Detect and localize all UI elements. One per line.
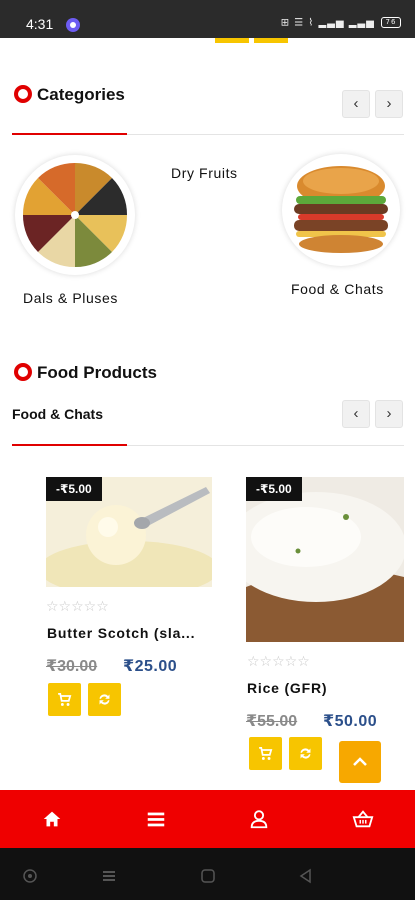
products-active-underline bbox=[12, 444, 127, 446]
account-icon bbox=[250, 810, 268, 829]
category-food-chats-image[interactable] bbox=[282, 154, 400, 266]
app-notification-icon bbox=[66, 18, 80, 32]
scroll-to-top-button[interactable] bbox=[339, 741, 381, 783]
status-time: 4:31 bbox=[26, 16, 54, 32]
chevron-up-icon bbox=[353, 757, 367, 766]
product-name[interactable]: Rice (GFR) bbox=[247, 680, 327, 696]
rating-stars: ☆☆☆☆☆ bbox=[46, 598, 109, 614]
scroll-indicator-left bbox=[215, 38, 249, 43]
basket-icon bbox=[352, 810, 374, 828]
category-dals-image[interactable] bbox=[15, 155, 135, 275]
product-name[interactable]: Butter Scotch (sla... bbox=[47, 625, 195, 641]
system-navigation-bar bbox=[0, 848, 415, 900]
product-price: ₹25.00 bbox=[123, 658, 178, 675]
nav-menu-button[interactable] bbox=[145, 808, 167, 830]
category-label-dry-fruits[interactable]: Dry Fruits bbox=[171, 165, 238, 181]
cart-icon bbox=[259, 746, 273, 760]
recents-icon[interactable] bbox=[101, 868, 117, 884]
home-icon bbox=[43, 811, 61, 827]
battery-icon: 76 bbox=[381, 17, 401, 28]
home-system-icon[interactable] bbox=[200, 868, 216, 884]
categories-active-underline bbox=[12, 133, 127, 135]
product-image-rice[interactable] bbox=[246, 477, 404, 642]
tab-food-chats[interactable]: Food & Chats bbox=[12, 406, 103, 422]
category-label-food-chats[interactable]: Food & Chats bbox=[291, 281, 384, 297]
refresh-icon bbox=[99, 694, 110, 705]
add-to-cart-button[interactable] bbox=[249, 737, 282, 770]
burger-icon bbox=[294, 166, 388, 253]
cart-icon bbox=[58, 692, 72, 706]
category-label-dals[interactable]: Dals & Pluses bbox=[23, 290, 118, 306]
food-products-heading: Food Products bbox=[14, 363, 157, 383]
system-status-icons: ⊞ ☰ ⌇ ▂▃▅ ▂▃▅ 76 bbox=[281, 17, 401, 29]
product-old-price: ₹55.00 bbox=[246, 713, 298, 730]
assistant-icon[interactable] bbox=[22, 868, 38, 884]
categories-next-button[interactable]: › bbox=[375, 90, 403, 118]
menu-icon bbox=[147, 812, 165, 827]
signal-icons: ⊞ ☰ ⌇ ▂▃▅ ▂▃▅ bbox=[280, 17, 375, 29]
ring-bullet-icon bbox=[14, 85, 32, 103]
ring-bullet-icon bbox=[14, 363, 32, 381]
categories-prev-button[interactable]: ‹ bbox=[342, 90, 370, 118]
status-bar: 4:31 ⊞ ☰ ⌇ ▂▃▅ ▂▃▅ 76 bbox=[0, 0, 415, 38]
food-products-title: Food Products bbox=[37, 363, 157, 382]
discount-badge: -₹5.00 bbox=[246, 477, 302, 501]
rating-stars: ☆☆☆☆☆ bbox=[247, 653, 310, 669]
bottom-navigation bbox=[0, 790, 415, 848]
categories-heading: Categories bbox=[14, 85, 125, 105]
products-prev-button[interactable]: ‹ bbox=[342, 400, 370, 428]
back-icon[interactable] bbox=[298, 868, 314, 884]
scroll-indicator-right bbox=[254, 38, 288, 43]
product-old-price: ₹30.00 bbox=[46, 658, 98, 675]
refresh-icon bbox=[300, 748, 311, 759]
dals-pulses-icon bbox=[22, 162, 128, 268]
product-price: ₹50.00 bbox=[323, 713, 378, 730]
nav-basket-button[interactable] bbox=[352, 808, 374, 830]
compare-button[interactable] bbox=[289, 737, 322, 770]
categories-title: Categories bbox=[37, 85, 125, 104]
rice-bowl-icon bbox=[246, 477, 404, 642]
nav-home-button[interactable] bbox=[41, 808, 63, 830]
nav-account-button[interactable] bbox=[248, 808, 270, 830]
products-next-button[interactable]: › bbox=[375, 400, 403, 428]
discount-badge: -₹5.00 bbox=[46, 477, 102, 501]
add-to-cart-button[interactable] bbox=[48, 683, 81, 716]
compare-button[interactable] bbox=[88, 683, 121, 716]
